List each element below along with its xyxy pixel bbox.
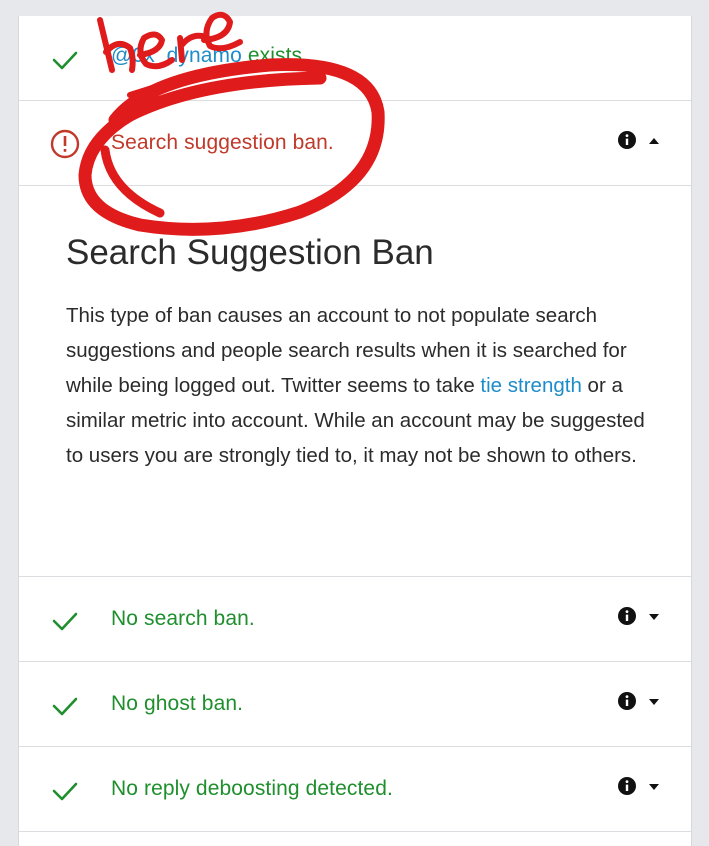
caret-down-icon[interactable] [649,699,659,705]
search-suggestion-ban-row[interactable]: Search suggestion ban. [19,101,691,186]
caret-down-icon[interactable] [649,614,659,620]
info-icon[interactable] [617,691,637,711]
tie-strength-link[interactable]: tie strength [480,374,581,397]
account-exists-label: @0x_dynamo exists. [111,44,308,68]
ghost-ban-label: No ghost ban. [111,692,244,715]
account-exists-row: @0x_dynamo exists. [19,16,691,101]
info-icon[interactable] [617,606,637,626]
check-icon [52,697,78,716]
reply-deboosting-row[interactable]: No reply deboosting detected. [19,747,691,832]
ghost-ban-row[interactable]: No ghost ban. [19,662,691,747]
exclamation-circle-icon [50,129,80,159]
info-icon[interactable] [617,776,637,796]
check-icon [52,612,78,631]
info-icon[interactable] [617,130,637,150]
check-icon [52,51,78,70]
results-card: @0x_dynamo exists. Search suggestion ban… [18,16,692,846]
details-title: Search Suggestion Ban [66,233,434,272]
search-suggestion-ban-label: Search suggestion ban. [111,131,334,154]
exists-text: exists. [241,44,309,67]
details-text: This type of ban causes an account to no… [66,298,651,473]
caret-up-icon[interactable] [649,138,659,144]
search-suggestion-ban-details: Search Suggestion Ban This type of ban c… [19,186,691,577]
check-icon [52,782,78,801]
caret-down-icon[interactable] [649,784,659,790]
search-ban-label: No search ban. [111,607,255,630]
search-ban-row[interactable]: No search ban. [19,577,691,662]
account-handle-link[interactable]: @0x_dynamo [111,44,242,67]
reply-deboosting-label: No reply deboosting detected. [111,777,393,800]
